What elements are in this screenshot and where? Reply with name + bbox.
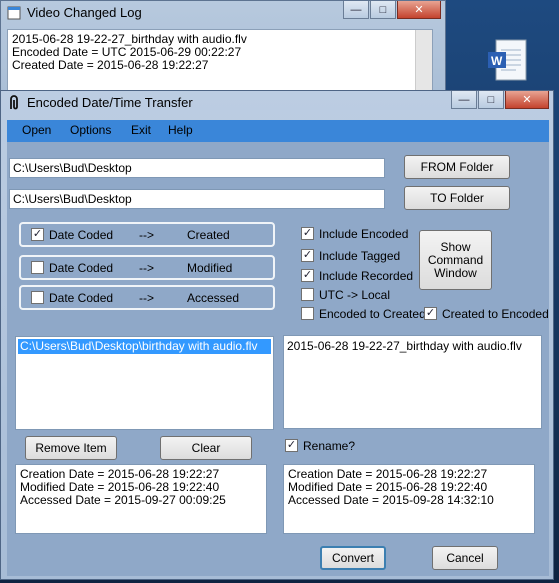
cancel-button[interactable]: Cancel (432, 546, 498, 570)
vertical-scrollbar[interactable] (415, 30, 432, 92)
mapping-arrow: --> (139, 261, 154, 275)
list-item[interactable]: C:\Users\Bud\Desktop\birthday with audio… (18, 339, 271, 354)
maximize-button[interactable]: □ (478, 91, 504, 109)
mapping-created-checkbox[interactable]: ✓ (31, 228, 44, 241)
mapping-target-label: Accessed (187, 291, 240, 305)
date-line: Accessed Date = 2015-09-28 14:32:10 (288, 493, 494, 507)
target-dates-textbox[interactable]: Creation Date = 2015-06-28 19:22:27 Modi… (283, 464, 535, 534)
created-to-encoded-checkbox[interactable]: ✓ (424, 307, 437, 320)
minimize-button[interactable]: — (451, 91, 477, 109)
clear-button[interactable]: Clear (160, 436, 252, 460)
include-encoded-label: Include Encoded (319, 227, 409, 241)
mapping-arrow: --> (139, 228, 154, 242)
mapping-source-label: Date Coded (49, 291, 114, 305)
rename-checkbox[interactable]: ✓ (285, 439, 298, 452)
include-recorded-checkbox[interactable]: ✓ (301, 269, 314, 282)
remove-item-button[interactable]: Remove Item (25, 436, 117, 460)
include-tagged-label: Include Tagged (319, 249, 401, 263)
mapping-created-group: ✓ Date Coded --> Created (19, 222, 275, 247)
mapping-accessed-group: Date Coded --> Accessed (19, 285, 275, 310)
main-panel: C:\Users\Bud\Desktop FROM Folder C:\User… (7, 142, 549, 576)
utc-to-local-label: UTC -> Local (319, 288, 391, 302)
created-to-encoded-label: Created to Encoded (442, 307, 549, 321)
close-button[interactable]: ✕ (397, 1, 441, 19)
word-document-icon[interactable]: W (486, 38, 532, 84)
menu-open[interactable]: Open (22, 123, 51, 137)
maximize-button[interactable]: □ (370, 1, 396, 19)
mapping-target-label: Modified (187, 261, 233, 275)
to-folder-button[interactable]: TO Folder (404, 186, 510, 210)
menu-help[interactable]: Help (168, 123, 193, 137)
log-textbox[interactable]: 2015-06-28 19-22-27_birthday with audio.… (7, 29, 433, 93)
from-path-input[interactable]: C:\Users\Bud\Desktop (9, 158, 385, 178)
list-item[interactable]: 2015-06-28 19-22-27_birthday with audio.… (287, 339, 522, 353)
mapping-accessed-checkbox[interactable] (31, 291, 44, 304)
include-recorded-label: Include Recorded (319, 269, 414, 283)
to-path-input[interactable]: C:\Users\Bud\Desktop (9, 189, 385, 209)
convert-button[interactable]: Convert (320, 546, 386, 570)
source-file-list[interactable]: C:\Users\Bud\Desktop\birthday with audio… (15, 336, 274, 430)
encoded-to-created-checkbox[interactable] (301, 307, 314, 320)
title-bar[interactable]: Video Changed Log — □ ✕ (1, 1, 445, 25)
show-command-window-button[interactable]: Show Command Window (419, 230, 492, 290)
app-window-icon (7, 6, 21, 20)
svg-text:W: W (491, 54, 503, 68)
from-folder-button[interactable]: FROM Folder (404, 155, 510, 179)
include-encoded-checkbox[interactable]: ✓ (301, 227, 314, 240)
title-bar[interactable]: Encoded Date/Time Transfer — □ ✕ (1, 91, 553, 115)
menu-exit[interactable]: Exit (131, 123, 151, 137)
utc-to-local-checkbox[interactable] (301, 288, 314, 301)
mapping-modified-checkbox[interactable] (31, 261, 44, 274)
log-line: Created Date = 2015-06-28 19:22:27 (12, 58, 209, 72)
window-title: Video Changed Log (27, 5, 142, 20)
close-button[interactable]: ✕ (505, 91, 549, 109)
mapping-modified-group: Date Coded --> Modified (19, 255, 275, 280)
rename-label: Rename? (303, 439, 356, 453)
mapping-target-label: Created (187, 228, 230, 242)
date-line: Accessed Date = 2015-09-27 00:09:25 (20, 493, 226, 507)
encoded-date-transfer-window: Encoded Date/Time Transfer — □ ✕ Open Op… (0, 90, 554, 580)
video-changed-log-window: Video Changed Log — □ ✕ 2015-06-28 19-22… (0, 0, 446, 100)
mapping-source-label: Date Coded (49, 261, 114, 275)
source-dates-textbox[interactable]: Creation Date = 2015-06-28 19:22:27 Modi… (15, 464, 267, 534)
clip-app-icon (10, 95, 18, 110)
minimize-button[interactable]: — (343, 1, 369, 19)
mapping-arrow: --> (139, 291, 154, 305)
target-file-list[interactable]: 2015-06-28 19-22-27_birthday with audio.… (283, 335, 542, 429)
mapping-source-label: Date Coded (49, 228, 114, 242)
menu-bar: Open Options Exit Help (7, 120, 549, 142)
window-title: Encoded Date/Time Transfer (27, 95, 193, 110)
menu-options[interactable]: Options (70, 123, 111, 137)
include-tagged-checkbox[interactable]: ✓ (301, 249, 314, 262)
encoded-to-created-label: Encoded to Created (319, 307, 426, 321)
